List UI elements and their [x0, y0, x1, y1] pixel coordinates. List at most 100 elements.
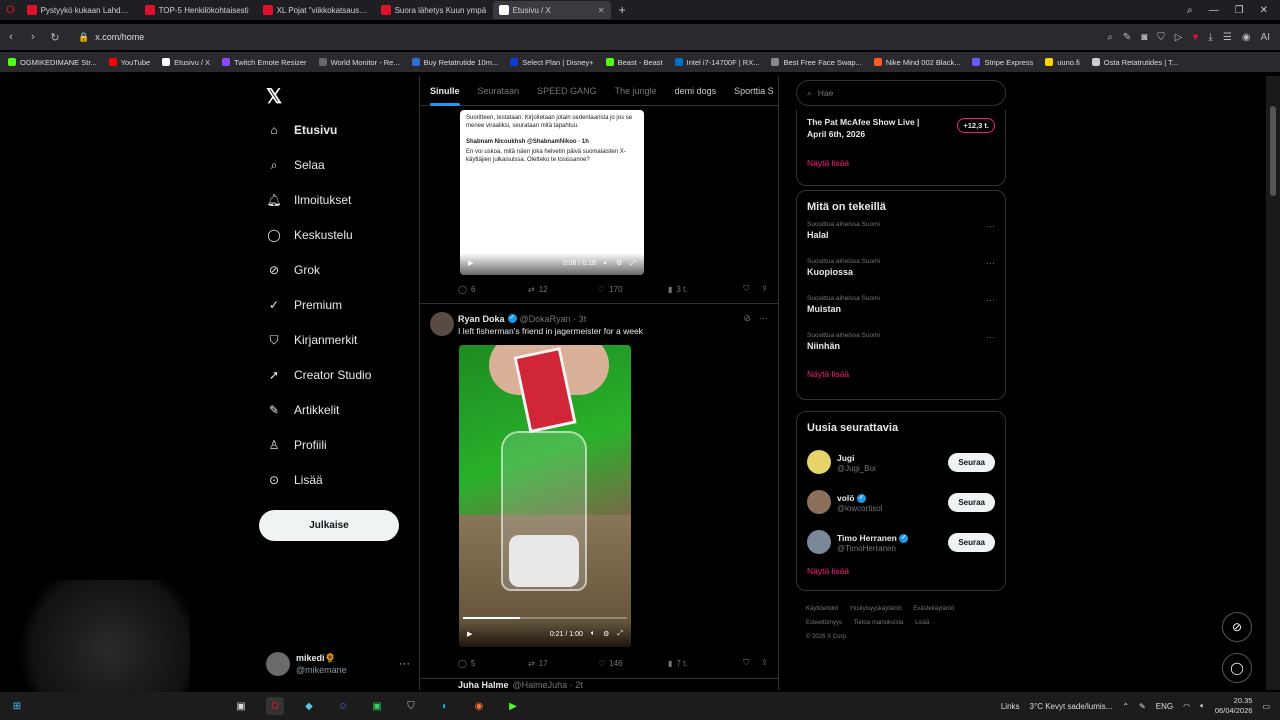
browser-tab[interactable]: Pystyykö kukaan Lahdess [21, 1, 139, 19]
kick-taskbar-icon[interactable]: ▶ [504, 697, 522, 715]
settings-icon[interactable]: ⚙ [603, 630, 609, 638]
author-handle[interactable]: @DokaRyan · 3t [520, 314, 587, 324]
browser-tab[interactable]: TOP-5 Henkilökohtaisesti [139, 1, 257, 19]
wifi-icon[interactable]: ◠ [1183, 702, 1190, 711]
discord-taskbar-icon[interactable]: ☺ [334, 697, 352, 715]
more-dots-icon[interactable]: ··· [986, 258, 995, 268]
show-more-link[interactable]: Näytä lisää [807, 369, 995, 379]
repost-button[interactable]: ⇄ 12 [528, 285, 598, 294]
browser-tab-active[interactable]: Etusivu / X ✕ [492, 1, 611, 19]
bookmark-item[interactable]: Beast - Beast [605, 58, 663, 67]
reload-icon[interactable]: ↻ [44, 31, 66, 44]
account-switcher[interactable]: mikedi🌻 @mikemane ··· [266, 652, 410, 676]
fullscreen-icon[interactable]: ⤢ [630, 260, 636, 268]
volume-icon[interactable]: 🔈︎ [1200, 701, 1205, 711]
tab-speed-gang[interactable]: SPEED GANG [537, 86, 597, 96]
play-icon[interactable]: ▶ [467, 630, 472, 638]
author-name[interactable]: Juha Halme [458, 680, 509, 690]
nav-messages[interactable]: ◯ Keskustelu [266, 227, 352, 243]
links-toolbar[interactable]: Links [1001, 702, 1020, 711]
nav-grok[interactable]: ⊘ Grok [266, 262, 320, 278]
heart-icon[interactable]: ♥ [1192, 32, 1198, 43]
bookmark-item[interactable]: uuno.fi [1045, 58, 1080, 67]
share-icon[interactable]: ⇪ [761, 658, 768, 668]
footer-link[interactable]: Lisää ··· [915, 620, 937, 626]
avatar[interactable] [807, 450, 831, 474]
avatar[interactable] [807, 490, 831, 514]
menu-icon[interactable]: ☰ [1223, 32, 1232, 43]
bookmark-item[interactable]: Nike Mind 002 Black... [873, 58, 960, 67]
language-indicator[interactable]: ENG [1156, 702, 1173, 711]
tray-chevron-icon[interactable]: ⌃ [1122, 702, 1129, 711]
back-icon[interactable]: ‹ [0, 31, 22, 43]
more-dots-icon[interactable]: ··· [986, 332, 995, 342]
trend-item[interactable]: Suosittua aiheissa Suomi Niinhän ··· [807, 332, 995, 369]
page-scrollbar[interactable] [1266, 76, 1280, 690]
bookmark-item[interactable]: Etusivu / X [162, 58, 210, 67]
avatar[interactable] [430, 312, 454, 336]
trend-item[interactable]: Suosittua aiheissa Suomi Kuopiossa ··· [807, 258, 995, 295]
tab-sporttia[interactable]: Sporttia S [734, 86, 774, 96]
minimize-icon[interactable]: — [1209, 5, 1219, 16]
follow-button[interactable]: Seuraa [948, 492, 995, 512]
nav-notifications[interactable]: 🔔︎ Ilmoitukset [266, 192, 351, 208]
more-dots-icon[interactable]: ··· [759, 313, 768, 324]
opera-taskbar-icon[interactable]: O [266, 697, 284, 715]
url-field[interactable]: 🔒 x.com/home [78, 32, 144, 43]
bookmark-item[interactable]: Select Plan | Disney+ [510, 58, 594, 67]
bookmark-item[interactable]: Buy Retatrutide 10m... [411, 58, 498, 67]
nav-creator-studio[interactable]: ➚ Creator Studio [266, 367, 371, 383]
more-dots-icon[interactable]: ··· [986, 295, 995, 305]
messages-fab-icon[interactable]: ◯ [1222, 653, 1252, 683]
tweet-video[interactable]: ▶ 0:21 / 1:00 🔈︎ ⚙ ⤢ [459, 345, 631, 647]
bookmark-item[interactable]: Best Free Face Swap... [771, 58, 862, 67]
tab-following[interactable]: Seurataan [478, 86, 520, 96]
ai-icon[interactable]: AI [1261, 32, 1270, 43]
pen-icon[interactable]: ✎ [1139, 702, 1146, 711]
zoom-icon[interactable]: ⌕ [1107, 32, 1113, 43]
maximize-icon[interactable]: ❐ [1235, 5, 1244, 16]
camera-icon[interactable]: ◙ [1141, 32, 1147, 43]
grok-fab-icon[interactable]: ⊘ [1222, 612, 1252, 642]
live-listener-count[interactable]: +12,3 t. [957, 118, 995, 133]
browser-tab[interactable]: Suora lähetys Kuun ympä [375, 1, 493, 19]
green-app-taskbar-icon[interactable]: ▣ [368, 697, 386, 715]
settings-icon[interactable]: ⚙ [616, 260, 622, 268]
nav-more[interactable]: ⊙ Lisää [266, 472, 323, 488]
search-box[interactable]: ⌕ [796, 80, 1006, 106]
fullscreen-icon[interactable]: ⤢ [617, 630, 623, 638]
notifications-icon[interactable]: ▭ [1262, 702, 1270, 711]
like-button[interactable]: ♡ 170 [598, 285, 668, 294]
opera-logo-icon[interactable]: O [0, 4, 21, 16]
weather-widget[interactable]: 3°C Kevyt sade/lumis... [1030, 702, 1113, 711]
more-dots-icon[interactable]: ··· [399, 658, 410, 670]
author-name[interactable]: Ryan Doka [458, 314, 505, 324]
follow-button[interactable]: Seuraa [948, 532, 995, 552]
browser-tab[interactable]: XL Pojat "viikkokatsaus" 5 [257, 1, 375, 19]
bookmark-icon[interactable]: ⛉ [743, 284, 749, 294]
tab-demi-dogs[interactable]: demi dogs [675, 86, 717, 96]
follow-suggestion[interactable]: Jugi @Jugi_Boi Seuraa [807, 442, 995, 482]
volume-icon[interactable]: 🔈︎ [591, 630, 595, 638]
play-icon[interactable]: ▶ [468, 260, 473, 268]
bookmark-item[interactable]: OGMIKEDIMANE Str... [8, 58, 97, 67]
more-dots-icon[interactable]: ··· [986, 221, 995, 231]
search-input[interactable] [817, 88, 978, 98]
reply-button[interactable]: ◯ 6 [458, 285, 528, 294]
share-icon[interactable]: ⇪ [761, 284, 768, 294]
nav-articles[interactable]: ✎ Artikkelit [266, 402, 339, 418]
footer-link[interactable]: Yksityisyyskäytäntö [850, 606, 902, 612]
close-window-icon[interactable]: ✕ [1260, 5, 1268, 16]
live-title[interactable]: The Pat McAfee Show Live | April 6th, 20… [807, 116, 935, 140]
new-tab-icon[interactable]: + [611, 3, 634, 17]
bookmark-item[interactable]: YouTube [108, 58, 150, 67]
video-progress-bar[interactable] [463, 617, 627, 619]
bookmark-item[interactable]: Osta Retatrutides | T... [1091, 58, 1178, 67]
footer-link[interactable]: Tietoa mainoksista [854, 620, 904, 626]
bookmark-item[interactable]: World Monitor - Re... [318, 58, 400, 67]
edit-icon[interactable]: ✎ [1123, 32, 1131, 43]
bookmark-item[interactable]: Twitch Emote Resizer [222, 58, 307, 67]
search-tabs-icon[interactable]: ⌕ [1187, 5, 1193, 16]
bookmark-item[interactable]: Stripe Express [972, 58, 1033, 67]
like-button[interactable]: ♡ 146 [598, 659, 668, 668]
